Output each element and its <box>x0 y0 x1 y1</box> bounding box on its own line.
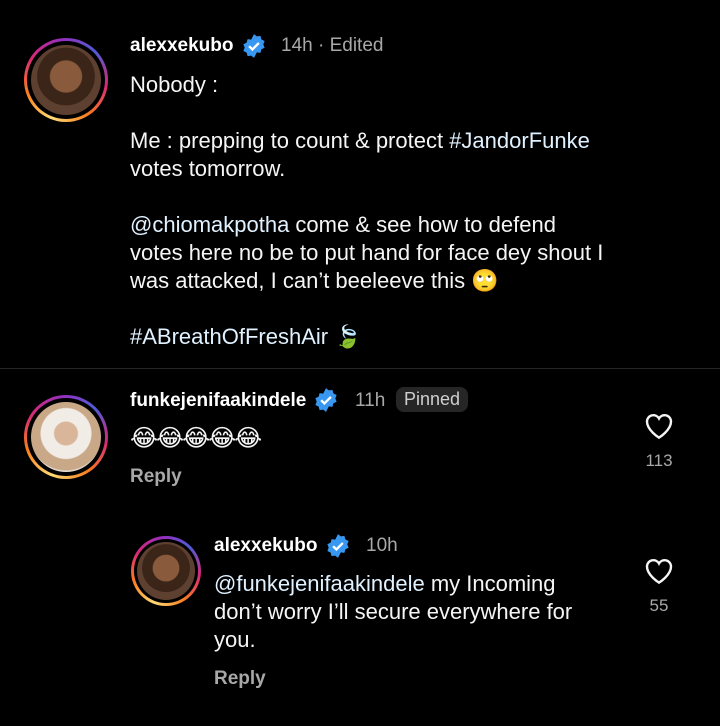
heart-icon[interactable] <box>643 555 675 585</box>
hashtag-link-2[interactable]: #ABreathOfFreshAir <box>130 324 328 349</box>
caption-line-2: Me : prepping to count & protect #Jandor… <box>130 128 590 153</box>
avatar-photo <box>31 402 101 472</box>
comment-time: 11h <box>355 390 386 411</box>
verified-badge-icon <box>243 34 265 58</box>
avatar-photo <box>31 45 101 115</box>
reply-line-2: don’t worry I’ll secure everywhere for <box>214 599 573 624</box>
caption-line-4: #ABreathOfFreshAir 🍃 <box>130 323 690 352</box>
reply-reply-button[interactable]: Reply <box>214 668 266 690</box>
caption-line-3c: was attacked, I can’t beeleeve this 🙄 <box>130 268 499 293</box>
comment-like-count: 113 <box>645 451 673 470</box>
reply-like-count: 55 <box>649 596 669 615</box>
caption-line-3: @chiomakpotha come & see how to defend <box>130 212 556 237</box>
reply-text: @funkejenifaakindele my Incoming don’t w… <box>214 570 624 654</box>
comment-username[interactable]: funkejenifaakindele <box>130 390 306 412</box>
caption-line-1: Nobody : <box>130 72 219 97</box>
hashtag-link[interactable]: #JandorFunke <box>449 128 590 153</box>
reply-mention-link[interactable]: @funkejenifaakindele <box>214 571 425 596</box>
reply-avatar[interactable] <box>131 536 201 606</box>
caption-line-2b: votes tomorrow. <box>130 156 286 181</box>
post-username[interactable]: alexxekubo <box>130 35 234 57</box>
comment-reply-button[interactable]: Reply <box>130 466 182 488</box>
post-avatar[interactable] <box>24 38 108 122</box>
comment-text: 😂😂😂😂😂 <box>130 424 262 452</box>
comment-avatar[interactable] <box>24 395 108 479</box>
post-meta: 14h · Edited <box>281 35 384 56</box>
verified-badge-icon <box>327 534 349 558</box>
divider <box>0 368 720 369</box>
heart-icon[interactable] <box>643 410 675 440</box>
caption-line-3b: votes here no be to put hand for face de… <box>130 240 604 265</box>
pinned-badge: Pinned <box>396 387 469 412</box>
verified-badge-icon <box>315 388 337 412</box>
avatar-photo <box>137 542 195 600</box>
leaf-emoji-icon: 🍃 <box>334 325 362 350</box>
post-caption: Nobody : Me : prepping to count & protec… <box>130 71 690 352</box>
mention-link[interactable]: @chiomakpotha <box>130 212 289 237</box>
reply-time: 10h <box>366 535 398 556</box>
reply-line-3: you. <box>214 627 256 652</box>
reply-username[interactable]: alexxekubo <box>214 535 318 557</box>
